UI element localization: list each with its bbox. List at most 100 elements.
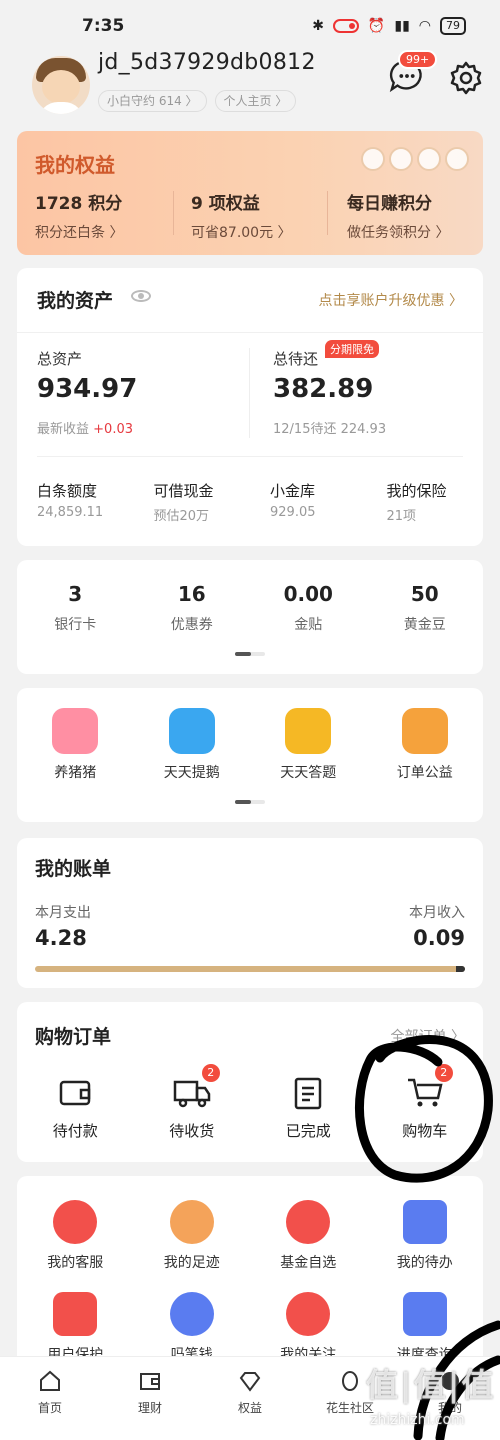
game-pig[interactable]: 养猪猪 (17, 708, 134, 782)
rights-badges (361, 147, 469, 171)
nav-finance[interactable]: 理财 (100, 1357, 200, 1440)
location-icon (169, 1200, 214, 1244)
game-label: 天天提鹅 (163, 765, 220, 781)
list-icon (402, 1292, 447, 1336)
stat-subsidy[interactable]: 0.00 金贴 (250, 582, 367, 634)
asset-item[interactable]: 白条额度 24,859.11 (17, 480, 134, 524)
order-cart[interactable]: 2 购物车 (367, 1064, 484, 1141)
stat-bank-cards[interactable]: 3 银行卡 (17, 582, 134, 634)
avatar[interactable] (32, 56, 90, 114)
total-assets-label: 总资产 (37, 350, 83, 368)
nav-label: 首页 (37, 1401, 62, 1415)
wallet-icon (140, 1373, 160, 1390)
benefits-sub: 可省87.00元 〉 (191, 225, 292, 241)
eye-icon[interactable] (131, 290, 151, 302)
service-ledger[interactable]: 吗笔钱 (134, 1292, 251, 1364)
status-bar: 7:35 ✱ ⏰ ▮▮ ◠ 79 (0, 0, 500, 52)
stat-gold-beans[interactable]: 50 黄金豆 (367, 582, 484, 634)
settings-icon[interactable] (448, 60, 484, 96)
cart-badge: 2 (434, 1064, 453, 1082)
stats-card: 3 银行卡 16 优惠券 0.00 金贴 50 黄金豆 (17, 560, 483, 674)
lion-icon (401, 708, 448, 754)
badge-icon (389, 147, 413, 171)
service-follow[interactable]: 我的关注 (250, 1292, 367, 1364)
assets-card: 我的资产 点击享账户升级优惠 〉 总资产 934.97 最新收益 +0.03 总… (17, 268, 483, 546)
username[interactable]: jd_5d37929db0812 (98, 50, 316, 75)
heart-icon (286, 1292, 331, 1336)
message-badge: 99+ (398, 50, 438, 69)
rights-title: 我的权益 (35, 153, 115, 177)
installment-badge: 分期限免 (325, 340, 379, 358)
quiz-icon (285, 708, 332, 754)
services-card: 我的客服 我的足迹 基金自选 我的待办 用户保护 吗笔钱 我的关注 进度查询 (17, 1176, 483, 1376)
homepage-tag[interactable]: 个人主页 〉 (214, 90, 297, 112)
asset-item-title: 我的保险 (386, 482, 447, 500)
service-todo[interactable]: 我的待办 (367, 1200, 484, 1272)
status-icons: ✱ ⏰ ▮▮ ◠ 79 (312, 17, 466, 35)
asset-item[interactable]: 小金库 929.05 (250, 480, 367, 524)
service-customer[interactable]: 我的客服 (17, 1200, 134, 1272)
order-to-receive[interactable]: 2 待收货 (134, 1064, 251, 1141)
income-label: 最新收益 (37, 422, 90, 437)
goose-icon (168, 708, 215, 754)
game-quiz[interactable]: 天天答题 (250, 708, 367, 782)
game-goose[interactable]: 天天提鹅 (134, 708, 251, 782)
service-label: 我的足迹 (163, 1255, 220, 1271)
rights-card[interactable]: 我的权益 1728 积分 积分还白条 〉 9 项权益 可省87.00元 〉 每日… (17, 131, 483, 255)
asset-item-value: 929.05 (270, 505, 316, 520)
benefits-value: 9 项权益 (191, 194, 260, 214)
rights-benefits[interactable]: 9 项权益 可省87.00元 〉 (191, 189, 341, 242)
service-fund[interactable]: 基金自选 (250, 1200, 367, 1272)
asset-item-value: 24,859.11 (37, 505, 104, 520)
service-progress[interactable]: 进度查询 (367, 1292, 484, 1364)
watermark-url: zhizhizhi.com (370, 1412, 465, 1428)
due-value[interactable]: 382.89 (273, 374, 373, 404)
asset-item[interactable]: 可借现金 预估20万 (134, 480, 251, 524)
all-orders-link[interactable]: 全部订单 〉 (391, 1026, 465, 1046)
stat-label: 优惠券 (170, 617, 213, 633)
pig-icon (52, 708, 99, 754)
credit-tag[interactable]: 小白守约 614 〉 (98, 90, 207, 112)
rights-daily[interactable]: 每日赚积分 做任务领积分 〉 (347, 189, 497, 242)
nav-home[interactable]: 首页 (0, 1357, 100, 1440)
income-month-label: 本月收入 (409, 905, 465, 921)
upgrade-link[interactable]: 点击享账户升级优惠 〉 (319, 290, 463, 310)
stat-label: 黄金豆 (403, 617, 446, 633)
asset-items: 白条额度 24,859.11 可借现金 预估20万 小金库 929.05 我的保险 21… (17, 480, 483, 524)
total-assets-value[interactable]: 934.97 (37, 374, 137, 404)
spend-label: 本月支出 (35, 905, 91, 921)
order-pending-payment[interactable]: 待付款 (17, 1074, 134, 1141)
clipboard-icon (295, 1077, 322, 1110)
asset-item-title: 可借现金 (153, 482, 214, 500)
profile-tags: 小白守约 614 〉 个人主页 〉 (98, 90, 297, 112)
order-label: 购物车 (402, 1122, 448, 1140)
stat-number: 3 (68, 582, 83, 606)
todo-icon (402, 1200, 447, 1244)
stat-label: 银行卡 (54, 617, 97, 633)
signal-icon: ▮▮ (394, 18, 410, 34)
nav-label: 理财 (137, 1401, 162, 1415)
stat-coupons[interactable]: 16 优惠券 (134, 582, 251, 634)
page-indicator (235, 652, 265, 656)
headset-icon (53, 1200, 98, 1244)
page-indicator (235, 800, 265, 804)
stat-number: 16 (177, 582, 206, 606)
shield-icon (53, 1292, 98, 1336)
rights-points[interactable]: 1728 积分 积分还白条 〉 (35, 189, 185, 242)
bill-card[interactable]: 我的账单 本月支出 4.28 本月收入 0.09 (17, 838, 483, 988)
diamond-icon (239, 1372, 261, 1392)
home-icon (40, 1370, 60, 1391)
game-charity[interactable]: 订单公益 (367, 708, 484, 782)
nav-rights[interactable]: 权益 (200, 1357, 300, 1440)
stat-number: 0.00 (283, 582, 333, 606)
recording-icon (332, 19, 359, 33)
income-value: +0.03 (93, 422, 133, 437)
order-completed[interactable]: 已完成 (250, 1074, 367, 1141)
service-footprint[interactable]: 我的足迹 (134, 1200, 251, 1272)
service-protection[interactable]: 用户保护 (17, 1292, 134, 1364)
stat-label: 金贴 (294, 617, 323, 633)
points-value: 1728 积分 (35, 194, 123, 214)
game-label: 天天答题 (280, 765, 337, 781)
asset-item[interactable]: 我的保险 21项 (367, 480, 484, 524)
badge-icon (445, 147, 469, 171)
